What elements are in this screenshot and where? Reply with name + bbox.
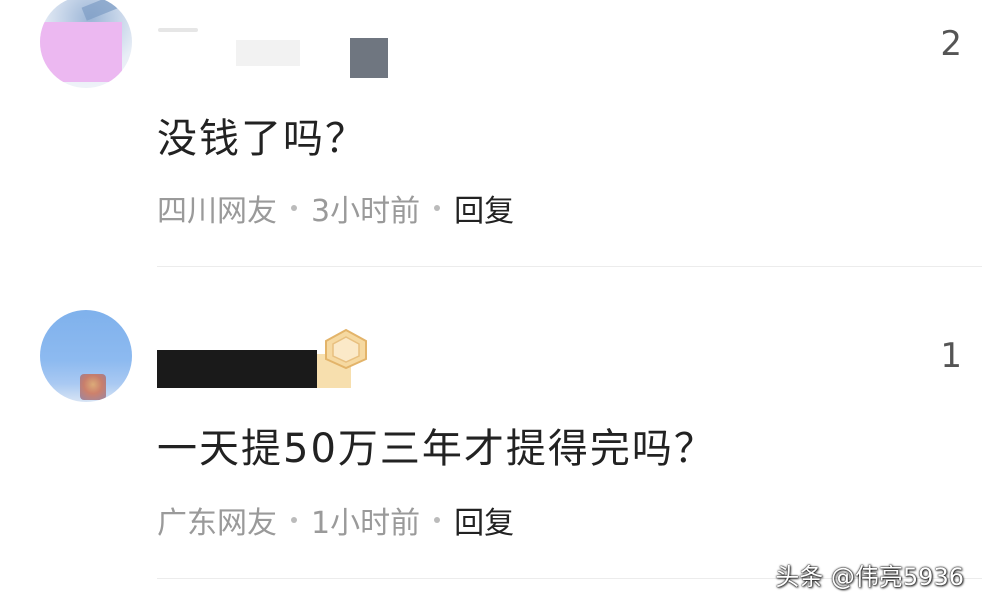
comment-time: 1小时前 [311, 506, 421, 541]
avatar-redaction [40, 22, 122, 82]
comment-location: 广东网友 [157, 506, 277, 541]
avatar-detail [81, 0, 132, 21]
like-count[interactable]: 2 [940, 24, 962, 64]
username-redaction [350, 38, 388, 78]
comment-location: 四川网友 [157, 194, 277, 229]
comment-text: 一天提50万三年才提得完吗？ [157, 426, 716, 472]
comment-text: 没钱了吗？ [157, 116, 367, 162]
separator-dot [291, 205, 297, 211]
separator-dot [434, 205, 441, 211]
avatar[interactable] [40, 0, 132, 88]
username-redaction [157, 350, 317, 388]
avatar-detail [80, 374, 106, 400]
divider [157, 266, 982, 267]
reply-button[interactable]: 回复 [454, 498, 514, 542]
separator-dot [434, 517, 441, 523]
like-count[interactable]: 1 [940, 336, 962, 376]
user-level-badge-icon [325, 328, 367, 370]
reply-button[interactable]: 回复 [454, 186, 514, 230]
comment-meta: 四川网友 3小时前 回复 [157, 186, 514, 230]
separator-dot [291, 517, 297, 523]
watermark: 头条 @伟亮5936 [775, 563, 964, 591]
comment-list: 2 没钱了吗？ 四川网友 3小时前 回复 1 一天提50万三年才提得完吗？ 广东… [0, 0, 982, 606]
comment-meta: 广东网友 1小时前 回复 [157, 498, 514, 542]
comment-time: 3小时前 [311, 194, 421, 229]
avatar[interactable] [40, 310, 132, 402]
username-redaction [158, 28, 198, 32]
username-redaction [236, 40, 300, 66]
